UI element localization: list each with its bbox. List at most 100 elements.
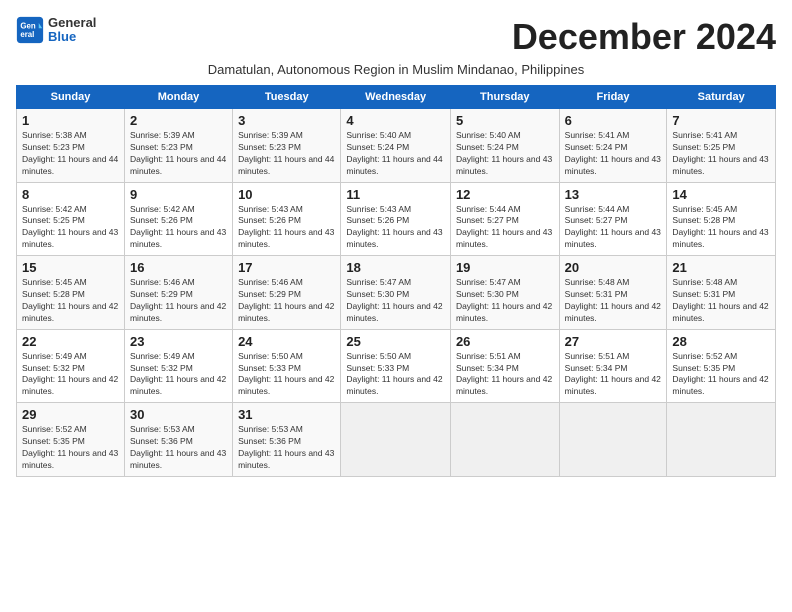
day-info: Sunrise: 5:53 AMSunset: 5:36 PMDaylight:… bbox=[130, 424, 227, 472]
calendar-cell: 4 Sunrise: 5:40 AMSunset: 5:24 PMDayligh… bbox=[341, 109, 451, 183]
day-number: 24 bbox=[238, 334, 335, 349]
day-info: Sunrise: 5:43 AMSunset: 5:26 PMDaylight:… bbox=[346, 204, 445, 252]
calendar-cell: 17 Sunrise: 5:46 AMSunset: 5:29 PMDaylig… bbox=[233, 256, 341, 330]
day-info: Sunrise: 5:48 AMSunset: 5:31 PMDaylight:… bbox=[565, 277, 662, 325]
day-number: 2 bbox=[130, 113, 227, 128]
calendar-cell bbox=[450, 403, 559, 477]
day-number: 6 bbox=[565, 113, 662, 128]
calendar-cell: 1 Sunrise: 5:38 AMSunset: 5:23 PMDayligh… bbox=[17, 109, 125, 183]
calendar-cell: 3 Sunrise: 5:39 AMSunset: 5:23 PMDayligh… bbox=[233, 109, 341, 183]
day-info: Sunrise: 5:39 AMSunset: 5:23 PMDaylight:… bbox=[238, 130, 335, 178]
calendar-cell bbox=[341, 403, 451, 477]
day-info: Sunrise: 5:52 AMSunset: 5:35 PMDaylight:… bbox=[22, 424, 119, 472]
calendar-cell: 19 Sunrise: 5:47 AMSunset: 5:30 PMDaylig… bbox=[450, 256, 559, 330]
day-info: Sunrise: 5:45 AMSunset: 5:28 PMDaylight:… bbox=[672, 204, 770, 252]
col-header-friday: Friday bbox=[559, 86, 667, 109]
day-info: Sunrise: 5:50 AMSunset: 5:33 PMDaylight:… bbox=[238, 351, 335, 399]
day-number: 9 bbox=[130, 187, 227, 202]
logo-general: General bbox=[48, 16, 96, 30]
calendar-cell bbox=[559, 403, 667, 477]
calendar-table: SundayMondayTuesdayWednesdayThursdayFrid… bbox=[16, 85, 776, 477]
calendar-week-4: 22 Sunrise: 5:49 AMSunset: 5:32 PMDaylig… bbox=[17, 329, 776, 403]
day-number: 27 bbox=[565, 334, 662, 349]
col-header-saturday: Saturday bbox=[667, 86, 776, 109]
day-info: Sunrise: 5:45 AMSunset: 5:28 PMDaylight:… bbox=[22, 277, 119, 325]
day-number: 10 bbox=[238, 187, 335, 202]
day-info: Sunrise: 5:42 AMSunset: 5:25 PMDaylight:… bbox=[22, 204, 119, 252]
day-number: 28 bbox=[672, 334, 770, 349]
day-number: 3 bbox=[238, 113, 335, 128]
day-number: 14 bbox=[672, 187, 770, 202]
calendar-cell: 6 Sunrise: 5:41 AMSunset: 5:24 PMDayligh… bbox=[559, 109, 667, 183]
day-number: 17 bbox=[238, 260, 335, 275]
calendar-cell bbox=[667, 403, 776, 477]
day-number: 22 bbox=[22, 334, 119, 349]
calendar-cell: 10 Sunrise: 5:43 AMSunset: 5:26 PMDaylig… bbox=[233, 182, 341, 256]
day-info: Sunrise: 5:50 AMSunset: 5:33 PMDaylight:… bbox=[346, 351, 445, 399]
day-number: 26 bbox=[456, 334, 554, 349]
calendar-cell: 22 Sunrise: 5:49 AMSunset: 5:32 PMDaylig… bbox=[17, 329, 125, 403]
col-header-sunday: Sunday bbox=[17, 86, 125, 109]
day-info: Sunrise: 5:49 AMSunset: 5:32 PMDaylight:… bbox=[130, 351, 227, 399]
calendar-cell: 27 Sunrise: 5:51 AMSunset: 5:34 PMDaylig… bbox=[559, 329, 667, 403]
day-number: 31 bbox=[238, 407, 335, 422]
calendar-cell: 26 Sunrise: 5:51 AMSunset: 5:34 PMDaylig… bbox=[450, 329, 559, 403]
calendar-cell: 23 Sunrise: 5:49 AMSunset: 5:32 PMDaylig… bbox=[124, 329, 232, 403]
day-number: 5 bbox=[456, 113, 554, 128]
day-number: 20 bbox=[565, 260, 662, 275]
day-info: Sunrise: 5:46 AMSunset: 5:29 PMDaylight:… bbox=[130, 277, 227, 325]
svg-text:Gen: Gen bbox=[20, 22, 35, 31]
col-header-tuesday: Tuesday bbox=[233, 86, 341, 109]
calendar-cell: 12 Sunrise: 5:44 AMSunset: 5:27 PMDaylig… bbox=[450, 182, 559, 256]
calendar-cell: 7 Sunrise: 5:41 AMSunset: 5:25 PMDayligh… bbox=[667, 109, 776, 183]
day-info: Sunrise: 5:42 AMSunset: 5:26 PMDaylight:… bbox=[130, 204, 227, 252]
calendar-cell: 11 Sunrise: 5:43 AMSunset: 5:26 PMDaylig… bbox=[341, 182, 451, 256]
calendar-cell: 14 Sunrise: 5:45 AMSunset: 5:28 PMDaylig… bbox=[667, 182, 776, 256]
calendar-cell: 2 Sunrise: 5:39 AMSunset: 5:23 PMDayligh… bbox=[124, 109, 232, 183]
day-number: 25 bbox=[346, 334, 445, 349]
day-number: 13 bbox=[565, 187, 662, 202]
calendar-cell: 31 Sunrise: 5:53 AMSunset: 5:36 PMDaylig… bbox=[233, 403, 341, 477]
day-info: Sunrise: 5:51 AMSunset: 5:34 PMDaylight:… bbox=[456, 351, 554, 399]
day-info: Sunrise: 5:41 AMSunset: 5:24 PMDaylight:… bbox=[565, 130, 662, 178]
calendar-cell: 28 Sunrise: 5:52 AMSunset: 5:35 PMDaylig… bbox=[667, 329, 776, 403]
col-header-thursday: Thursday bbox=[450, 86, 559, 109]
day-info: Sunrise: 5:43 AMSunset: 5:26 PMDaylight:… bbox=[238, 204, 335, 252]
logo-blue: Blue bbox=[48, 30, 96, 44]
day-number: 30 bbox=[130, 407, 227, 422]
calendar-cell: 9 Sunrise: 5:42 AMSunset: 5:26 PMDayligh… bbox=[124, 182, 232, 256]
day-info: Sunrise: 5:44 AMSunset: 5:27 PMDaylight:… bbox=[456, 204, 554, 252]
day-info: Sunrise: 5:40 AMSunset: 5:24 PMDaylight:… bbox=[346, 130, 445, 178]
col-header-monday: Monday bbox=[124, 86, 232, 109]
day-info: Sunrise: 5:51 AMSunset: 5:34 PMDaylight:… bbox=[565, 351, 662, 399]
day-number: 12 bbox=[456, 187, 554, 202]
day-number: 7 bbox=[672, 113, 770, 128]
calendar-cell: 29 Sunrise: 5:52 AMSunset: 5:35 PMDaylig… bbox=[17, 403, 125, 477]
calendar-cell: 13 Sunrise: 5:44 AMSunset: 5:27 PMDaylig… bbox=[559, 182, 667, 256]
day-info: Sunrise: 5:38 AMSunset: 5:23 PMDaylight:… bbox=[22, 130, 119, 178]
calendar-cell: 8 Sunrise: 5:42 AMSunset: 5:25 PMDayligh… bbox=[17, 182, 125, 256]
day-info: Sunrise: 5:49 AMSunset: 5:32 PMDaylight:… bbox=[22, 351, 119, 399]
day-info: Sunrise: 5:47 AMSunset: 5:30 PMDaylight:… bbox=[346, 277, 445, 325]
calendar-cell: 5 Sunrise: 5:40 AMSunset: 5:24 PMDayligh… bbox=[450, 109, 559, 183]
calendar-cell: 20 Sunrise: 5:48 AMSunset: 5:31 PMDaylig… bbox=[559, 256, 667, 330]
day-number: 11 bbox=[346, 187, 445, 202]
day-number: 19 bbox=[456, 260, 554, 275]
calendar-week-3: 15 Sunrise: 5:45 AMSunset: 5:28 PMDaylig… bbox=[17, 256, 776, 330]
day-info: Sunrise: 5:44 AMSunset: 5:27 PMDaylight:… bbox=[565, 204, 662, 252]
calendar-week-2: 8 Sunrise: 5:42 AMSunset: 5:25 PMDayligh… bbox=[17, 182, 776, 256]
day-number: 23 bbox=[130, 334, 227, 349]
logo-text: General Blue bbox=[48, 16, 96, 45]
calendar-cell: 30 Sunrise: 5:53 AMSunset: 5:36 PMDaylig… bbox=[124, 403, 232, 477]
day-info: Sunrise: 5:46 AMSunset: 5:29 PMDaylight:… bbox=[238, 277, 335, 325]
day-info: Sunrise: 5:48 AMSunset: 5:31 PMDaylight:… bbox=[672, 277, 770, 325]
svg-text:eral: eral bbox=[20, 30, 34, 39]
calendar-cell: 18 Sunrise: 5:47 AMSunset: 5:30 PMDaylig… bbox=[341, 256, 451, 330]
day-number: 21 bbox=[672, 260, 770, 275]
day-info: Sunrise: 5:47 AMSunset: 5:30 PMDaylight:… bbox=[456, 277, 554, 325]
calendar-cell: 16 Sunrise: 5:46 AMSunset: 5:29 PMDaylig… bbox=[124, 256, 232, 330]
day-info: Sunrise: 5:53 AMSunset: 5:36 PMDaylight:… bbox=[238, 424, 335, 472]
day-number: 18 bbox=[346, 260, 445, 275]
header: Gen eral General Blue December 2024 bbox=[16, 16, 776, 58]
day-info: Sunrise: 5:40 AMSunset: 5:24 PMDaylight:… bbox=[456, 130, 554, 178]
